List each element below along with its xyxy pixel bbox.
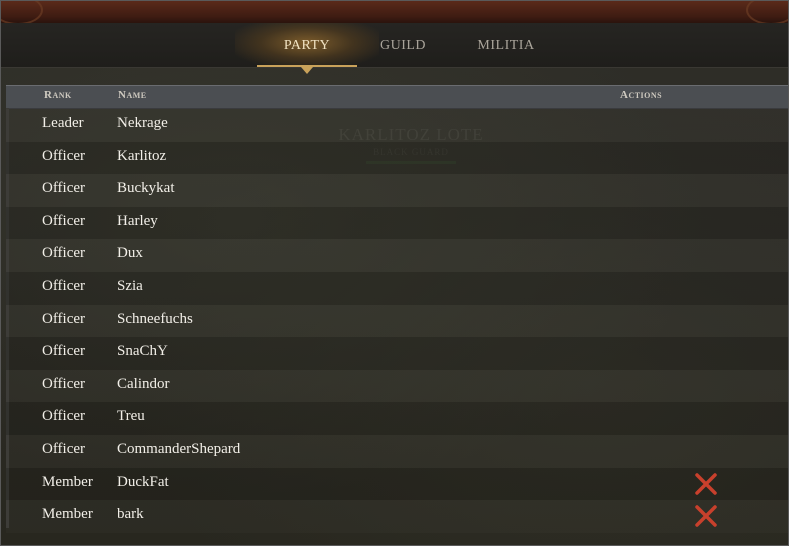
tab-guild[interactable]: GUILD bbox=[367, 23, 439, 67]
member-name: DuckFat bbox=[117, 473, 169, 490]
tab-party-label: PARTY bbox=[283, 38, 331, 53]
tab-militia[interactable]: MILITIA bbox=[471, 23, 541, 67]
table-row[interactable]: Officer Treu bbox=[6, 402, 788, 435]
member-rank: Member bbox=[42, 506, 93, 523]
member-name: Dux bbox=[117, 245, 143, 262]
column-header-name: Name bbox=[118, 89, 147, 101]
member-name: Nekrage bbox=[117, 115, 168, 131]
tab-party[interactable]: PARTY bbox=[235, 23, 379, 74]
member-rank: Leader bbox=[42, 115, 84, 131]
member-rank: Officer bbox=[42, 277, 86, 294]
table-row[interactable]: Officer Buckykat bbox=[6, 174, 788, 207]
member-rank: Officer bbox=[42, 343, 86, 360]
member-list: Leader Nekrage Officer Karlitoz Officer Bucky… bbox=[6, 109, 788, 533]
member-name: SnaChY bbox=[117, 343, 168, 360]
tab-guild-label: GUILD bbox=[379, 38, 427, 53]
kick-member-button[interactable] bbox=[694, 472, 718, 496]
ornament-scroll-right bbox=[746, 1, 788, 25]
table-row[interactable]: Member DuckFat bbox=[6, 467, 788, 501]
social-window: PARTY GUILD MILITIA KARLITOZ LOTE BLACK … bbox=[0, 0, 789, 546]
column-header-rank: Rank bbox=[44, 89, 72, 101]
member-name: bark bbox=[117, 506, 144, 523]
table-row[interactable]: Officer Szia bbox=[6, 271, 788, 305]
member-rank: Officer bbox=[42, 180, 86, 197]
member-name: Schneefuchs bbox=[117, 310, 193, 327]
table-row[interactable]: Officer Calindor bbox=[6, 370, 788, 403]
tab-bar: PARTY GUILD MILITIA bbox=[1, 23, 788, 74]
table-row[interactable]: Officer Schneefuchs bbox=[6, 305, 788, 338]
member-name: Szia bbox=[117, 277, 143, 294]
table-row[interactable]: Officer SnaChY bbox=[6, 337, 788, 370]
member-name: Karlitoz bbox=[117, 147, 167, 164]
table-row[interactable]: Member bark bbox=[6, 500, 788, 533]
member-name: CommanderShepard bbox=[117, 440, 241, 457]
table-header: Rank Name Actions bbox=[6, 85, 788, 109]
top-ornament bbox=[1, 1, 788, 25]
table-row[interactable]: Officer Dux bbox=[6, 239, 788, 272]
ornament-scroll-left bbox=[1, 1, 43, 25]
party-members-panel: Rank Name Actions Leader Nekrage Officer Ka… bbox=[6, 85, 788, 545]
kick-member-button[interactable] bbox=[694, 504, 718, 528]
member-rank: Member bbox=[42, 473, 93, 490]
member-rank: Officer bbox=[42, 212, 86, 229]
active-tab-caret-icon bbox=[301, 67, 313, 74]
member-name: Buckykat bbox=[117, 180, 175, 197]
member-rank: Officer bbox=[42, 310, 86, 327]
table-row[interactable]: Leader Nekrage bbox=[6, 109, 788, 142]
table-row[interactable]: Officer CommanderShepard bbox=[6, 435, 788, 468]
member-name: Calindor bbox=[117, 375, 170, 392]
tab-militia-label: MILITIA bbox=[477, 38, 535, 53]
member-rank: Officer bbox=[42, 375, 86, 392]
table-row[interactable]: Officer Karlitoz bbox=[6, 141, 788, 175]
member-rank: Officer bbox=[42, 440, 86, 457]
member-rank: Officer bbox=[42, 147, 86, 164]
column-header-actions: Actions bbox=[620, 89, 663, 101]
table-row[interactable]: Officer Harley bbox=[6, 206, 788, 240]
close-icon bbox=[695, 505, 717, 527]
member-name: Treu bbox=[117, 408, 145, 425]
member-name: Harley bbox=[117, 212, 158, 229]
member-rank: Officer bbox=[42, 245, 86, 262]
member-rank: Officer bbox=[42, 408, 86, 425]
close-icon bbox=[695, 472, 717, 495]
